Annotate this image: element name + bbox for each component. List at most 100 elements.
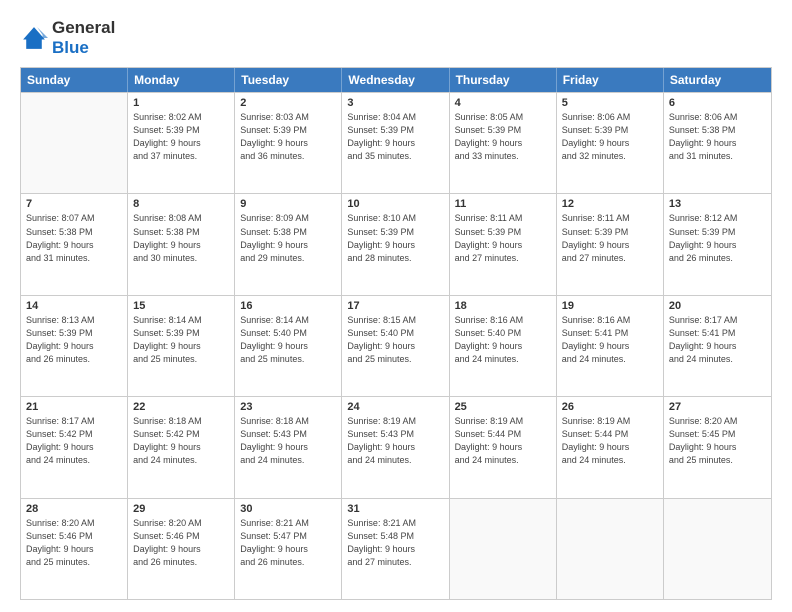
header-day-tuesday: Tuesday	[235, 68, 342, 92]
calendar-cell: 14 Sunrise: 8:13 AM Sunset: 5:39 PM Dayli…	[21, 296, 128, 396]
day-number: 19	[562, 300, 658, 312]
day-info: Sunrise: 8:12 AM Sunset: 5:39 PM Dayligh…	[669, 212, 766, 264]
header-day-thursday: Thursday	[450, 68, 557, 92]
calendar-cell	[450, 499, 557, 599]
day-number: 10	[347, 198, 443, 210]
calendar-cell: 6 Sunrise: 8:06 AM Sunset: 5:38 PM Daylig…	[664, 93, 771, 193]
calendar-cell: 25 Sunrise: 8:19 AM Sunset: 5:44 PM Dayli…	[450, 397, 557, 497]
day-number: 21	[26, 401, 122, 413]
day-number: 31	[347, 503, 443, 515]
day-number: 22	[133, 401, 229, 413]
day-info: Sunrise: 8:13 AM Sunset: 5:39 PM Dayligh…	[26, 314, 122, 366]
day-number: 1	[133, 97, 229, 109]
header-day-monday: Monday	[128, 68, 235, 92]
day-info: Sunrise: 8:21 AM Sunset: 5:48 PM Dayligh…	[347, 517, 443, 569]
day-number: 2	[240, 97, 336, 109]
day-number: 27	[669, 401, 766, 413]
calendar-cell: 30Sunrise: 8:21 AM Sunset: 5:47 PM Dayli…	[235, 499, 342, 599]
day-info: Sunrise: 8:06 AM Sunset: 5:39 PM Dayligh…	[562, 111, 658, 163]
day-info: Sunrise: 8:08 AM Sunset: 5:38 PM Dayligh…	[133, 212, 229, 264]
day-number: 28	[26, 503, 122, 515]
day-info: Sunrise: 8:16 AM Sunset: 5:40 PM Dayligh…	[455, 314, 551, 366]
day-number: 26	[562, 401, 658, 413]
header-day-sunday: Sunday	[21, 68, 128, 92]
calendar-cell: 22 Sunrise: 8:18 AM Sunset: 5:42 PM Dayli…	[128, 397, 235, 497]
calendar-cell: 21 Sunrise: 8:17 AM Sunset: 5:42 PM Dayli…	[21, 397, 128, 497]
calendar-cell: 11 Sunrise: 8:11 AM Sunset: 5:39 PM Dayli…	[450, 194, 557, 294]
calendar-row-2: 7Sunrise: 8:07 AM Sunset: 5:38 PM Daylig…	[21, 193, 771, 294]
calendar-cell: 1 Sunrise: 8:02 AM Sunset: 5:39 PM Daylig…	[128, 93, 235, 193]
header: General Blue	[20, 18, 772, 57]
day-info: Sunrise: 8:20 AM Sunset: 5:46 PM Dayligh…	[133, 517, 229, 569]
calendar-cell: 9 Sunrise: 8:09 AM Sunset: 5:38 PM Daylig…	[235, 194, 342, 294]
calendar-cell: 19 Sunrise: 8:16 AM Sunset: 5:41 PM Dayli…	[557, 296, 664, 396]
day-info: Sunrise: 8:19 AM Sunset: 5:44 PM Dayligh…	[455, 415, 551, 467]
calendar-row-1: 1 Sunrise: 8:02 AM Sunset: 5:39 PM Daylig…	[21, 92, 771, 193]
calendar-row-4: 21 Sunrise: 8:17 AM Sunset: 5:42 PM Dayli…	[21, 396, 771, 497]
day-number: 11	[455, 198, 551, 210]
calendar-cell: 13 Sunrise: 8:12 AM Sunset: 5:39 PM Dayli…	[664, 194, 771, 294]
calendar-cell: 18 Sunrise: 8:16 AM Sunset: 5:40 PM Dayli…	[450, 296, 557, 396]
day-info: Sunrise: 8:04 AM Sunset: 5:39 PM Dayligh…	[347, 111, 443, 163]
page: General Blue SundayMondayTuesdayWednesda…	[0, 0, 792, 612]
day-number: 5	[562, 97, 658, 109]
day-info: Sunrise: 8:06 AM Sunset: 5:38 PM Dayligh…	[669, 111, 766, 163]
day-info: Sunrise: 8:20 AM Sunset: 5:46 PM Dayligh…	[26, 517, 122, 569]
calendar-cell	[557, 499, 664, 599]
calendar-cell: 28 Sunrise: 8:20 AM Sunset: 5:46 PM Dayli…	[21, 499, 128, 599]
day-number: 18	[455, 300, 551, 312]
day-number: 25	[455, 401, 551, 413]
day-info: Sunrise: 8:19 AM Sunset: 5:44 PM Dayligh…	[562, 415, 658, 467]
calendar-cell: 27 Sunrise: 8:20 AM Sunset: 5:45 PM Dayli…	[664, 397, 771, 497]
day-number: 24	[347, 401, 443, 413]
day-number: 14	[26, 300, 122, 312]
calendar-header: SundayMondayTuesdayWednesdayThursdayFrid…	[21, 68, 771, 92]
day-number: 9	[240, 198, 336, 210]
header-day-wednesday: Wednesday	[342, 68, 449, 92]
calendar-cell: 10Sunrise: 8:10 AM Sunset: 5:39 PM Dayli…	[342, 194, 449, 294]
day-info: Sunrise: 8:14 AM Sunset: 5:39 PM Dayligh…	[133, 314, 229, 366]
day-info: Sunrise: 8:05 AM Sunset: 5:39 PM Dayligh…	[455, 111, 551, 163]
day-info: Sunrise: 8:11 AM Sunset: 5:39 PM Dayligh…	[562, 212, 658, 264]
calendar-cell: 29 Sunrise: 8:20 AM Sunset: 5:46 PM Dayli…	[128, 499, 235, 599]
day-info: Sunrise: 8:18 AM Sunset: 5:43 PM Dayligh…	[240, 415, 336, 467]
logo: General Blue	[20, 18, 115, 57]
day-number: 12	[562, 198, 658, 210]
day-number: 6	[669, 97, 766, 109]
calendar-row-5: 28 Sunrise: 8:20 AM Sunset: 5:46 PM Dayli…	[21, 498, 771, 599]
day-info: Sunrise: 8:18 AM Sunset: 5:42 PM Dayligh…	[133, 415, 229, 467]
day-info: Sunrise: 8:16 AM Sunset: 5:41 PM Dayligh…	[562, 314, 658, 366]
day-number: 17	[347, 300, 443, 312]
calendar-cell	[21, 93, 128, 193]
calendar-cell: 23Sunrise: 8:18 AM Sunset: 5:43 PM Dayli…	[235, 397, 342, 497]
calendar-cell: 5 Sunrise: 8:06 AM Sunset: 5:39 PM Daylig…	[557, 93, 664, 193]
calendar-cell: 4Sunrise: 8:05 AM Sunset: 5:39 PM Daylig…	[450, 93, 557, 193]
day-number: 13	[669, 198, 766, 210]
day-info: Sunrise: 8:14 AM Sunset: 5:40 PM Dayligh…	[240, 314, 336, 366]
day-number: 29	[133, 503, 229, 515]
day-info: Sunrise: 8:11 AM Sunset: 5:39 PM Dayligh…	[455, 212, 551, 264]
day-info: Sunrise: 8:17 AM Sunset: 5:41 PM Dayligh…	[669, 314, 766, 366]
calendar-cell	[664, 499, 771, 599]
calendar-cell: 20 Sunrise: 8:17 AM Sunset: 5:41 PM Dayli…	[664, 296, 771, 396]
calendar-cell: 24Sunrise: 8:19 AM Sunset: 5:43 PM Dayli…	[342, 397, 449, 497]
day-info: Sunrise: 8:03 AM Sunset: 5:39 PM Dayligh…	[240, 111, 336, 163]
logo-text: General Blue	[52, 18, 115, 57]
day-info: Sunrise: 8:02 AM Sunset: 5:39 PM Dayligh…	[133, 111, 229, 163]
day-info: Sunrise: 8:15 AM Sunset: 5:40 PM Dayligh…	[347, 314, 443, 366]
header-day-friday: Friday	[557, 68, 664, 92]
day-number: 30	[240, 503, 336, 515]
day-number: 16	[240, 300, 336, 312]
day-info: Sunrise: 8:20 AM Sunset: 5:45 PM Dayligh…	[669, 415, 766, 467]
day-info: Sunrise: 8:17 AM Sunset: 5:42 PM Dayligh…	[26, 415, 122, 467]
calendar-row-3: 14 Sunrise: 8:13 AM Sunset: 5:39 PM Dayli…	[21, 295, 771, 396]
day-number: 20	[669, 300, 766, 312]
calendar-cell: 7Sunrise: 8:07 AM Sunset: 5:38 PM Daylig…	[21, 194, 128, 294]
calendar-cell: 16 Sunrise: 8:14 AM Sunset: 5:40 PM Dayli…	[235, 296, 342, 396]
calendar-cell: 31 Sunrise: 8:21 AM Sunset: 5:48 PM Dayli…	[342, 499, 449, 599]
logo-icon	[20, 24, 48, 52]
day-number: 15	[133, 300, 229, 312]
calendar-cell: 26 Sunrise: 8:19 AM Sunset: 5:44 PM Dayli…	[557, 397, 664, 497]
day-info: Sunrise: 8:09 AM Sunset: 5:38 PM Dayligh…	[240, 212, 336, 264]
day-number: 7	[26, 198, 122, 210]
